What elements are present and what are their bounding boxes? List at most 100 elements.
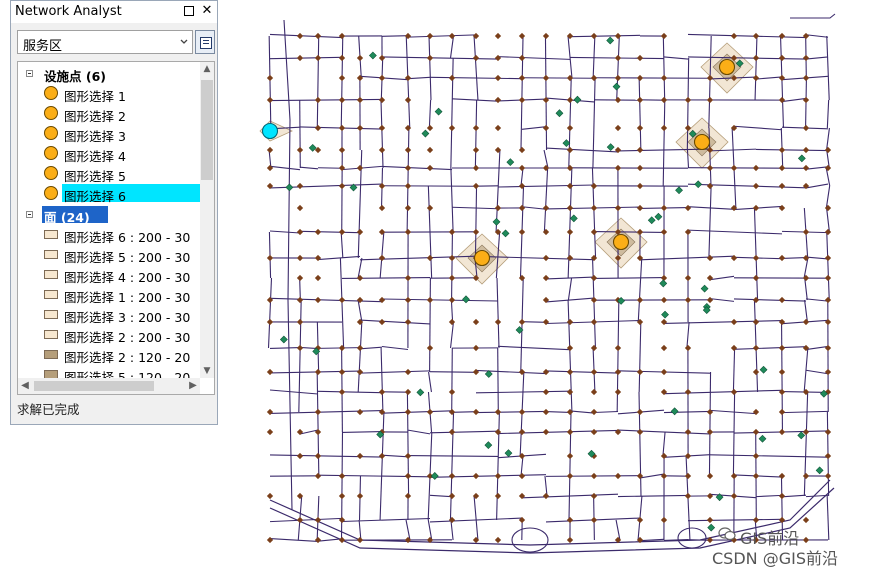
junction-point <box>314 408 322 416</box>
junction-point <box>802 164 810 172</box>
junction-point <box>636 146 644 154</box>
road-segment <box>451 98 499 102</box>
junction-point <box>778 368 786 376</box>
vertical-scrollbar[interactable]: ▲ ▼ <box>200 62 214 378</box>
polygon-item[interactable]: 图形选择 3 : 200 - 30 <box>18 305 200 325</box>
scroll-thumb[interactable] <box>201 80 213 180</box>
junction-point <box>494 74 502 82</box>
incident-point <box>647 216 656 225</box>
junction-point <box>314 274 322 282</box>
junction-point <box>494 472 502 480</box>
pin-icon[interactable] <box>181 3 197 19</box>
junction-point <box>472 318 480 326</box>
junction-point <box>802 54 810 62</box>
polygon-swatch-icon <box>44 230 58 239</box>
facility-item[interactable]: 图形选择 3 <box>18 124 200 144</box>
road-segment <box>781 321 783 433</box>
junction-point <box>566 536 574 544</box>
road-segment <box>569 34 641 38</box>
collapse-icon[interactable] <box>26 211 33 218</box>
road-segment <box>755 494 783 498</box>
polygon-item[interactable]: 图形选择 1 : 200 - 30 <box>18 285 200 305</box>
junction-point <box>404 146 412 154</box>
layer-properties-button[interactable] <box>195 30 215 54</box>
junction-point <box>296 54 304 62</box>
junction-point <box>824 344 832 352</box>
facility-item[interactable]: 图形选择 1 <box>18 84 200 104</box>
road-segment <box>379 411 385 521</box>
road-segment <box>380 347 384 413</box>
junction-point <box>566 472 574 480</box>
scroll-left-icon[interactable]: ◀ <box>18 378 32 394</box>
junction-point <box>338 516 346 524</box>
junction-point <box>356 74 364 82</box>
junction-point <box>542 274 550 282</box>
junction-point <box>778 54 786 62</box>
incident-point <box>612 82 621 91</box>
junction-point <box>752 428 760 436</box>
tree-group-facilities[interactable]: 设施点 (6) <box>18 64 200 84</box>
scroll-up-icon[interactable]: ▲ <box>200 62 214 76</box>
polygon-item[interactable]: 图形选择 5 : 120 - 20 <box>18 365 200 378</box>
horizontal-scrollbar[interactable]: ◀ ▶ <box>18 378 200 394</box>
road-segment <box>638 77 642 151</box>
junction-point <box>338 344 346 352</box>
tree-group-polygons[interactable]: 面 (24) <box>18 205 200 225</box>
polygon-item[interactable]: 图形选择 4 : 200 - 30 <box>18 265 200 285</box>
polygon-item[interactable]: 图形选择 2 : 120 - 20 <box>18 345 200 365</box>
facility-symbol-icon <box>44 146 58 160</box>
scroll-thumb-horizontal[interactable] <box>34 381 154 391</box>
junction-point <box>518 54 526 62</box>
junction-point <box>296 318 304 326</box>
junction-point <box>802 254 810 262</box>
junction-point <box>266 146 274 154</box>
junction-point <box>356 452 364 460</box>
junction-point <box>356 536 364 544</box>
junction-point <box>730 492 738 500</box>
junction-point <box>314 54 322 62</box>
map-canvas[interactable] <box>230 0 869 573</box>
incident-point <box>694 180 703 189</box>
close-icon[interactable]: ✕ <box>199 3 215 19</box>
road-segment <box>638 321 642 393</box>
road-segment <box>790 13 836 19</box>
scroll-down-icon[interactable]: ▼ <box>200 364 214 378</box>
junction-point <box>778 492 786 500</box>
junction-point <box>590 472 598 480</box>
scroll-right-icon[interactable]: ▶ <box>186 378 200 394</box>
road-network <box>267 13 836 554</box>
polygon-swatch-icon <box>44 330 58 339</box>
road-segment <box>639 473 665 479</box>
road-segment <box>497 429 619 435</box>
road-segment <box>429 430 499 434</box>
junction-point <box>706 472 714 480</box>
facility-item[interactable]: 图形选择 5 <box>18 164 200 184</box>
junction-point <box>752 472 760 480</box>
network-analyst-tree[interactable]: 设施点 (6) 图形选择 1 图形选择 2 图形选择 3 图形选择 4 图形选择 5 图形… <box>17 61 215 395</box>
junction-point <box>448 254 456 262</box>
junction-point <box>338 228 346 236</box>
road-segment <box>381 165 453 171</box>
junction-point <box>448 124 456 132</box>
junction-point <box>660 296 668 304</box>
road-segment <box>429 277 431 373</box>
watermark-csdn: CSDN @GIS前沿 <box>712 549 838 568</box>
road-segment <box>359 319 431 325</box>
window-titlebar[interactable]: Network Analyst ✕ <box>11 1 217 23</box>
junction-point <box>404 492 412 500</box>
facility-item[interactable]: 图形选择 6 <box>18 184 200 204</box>
road-segment <box>341 517 431 523</box>
junction-point <box>778 318 786 326</box>
polygon-label: 图形选择 5 : 200 - 30 <box>64 250 191 265</box>
polygon-item[interactable]: 图形选择 6 : 200 - 30 <box>18 225 200 245</box>
junction-point <box>314 368 322 376</box>
facility-item[interactable]: 图形选择 4 <box>18 144 200 164</box>
analysis-layer-dropdown[interactable]: 服务区 <box>17 30 193 54</box>
polygon-item[interactable]: 图形选择 2 : 200 - 30 <box>18 325 200 345</box>
junction-point <box>636 54 644 62</box>
junction-point <box>566 146 574 154</box>
facility-item[interactable]: 图形选择 2 <box>18 104 200 124</box>
road-segment <box>381 298 499 302</box>
polygon-item[interactable]: 图形选择 5 : 200 - 30 <box>18 245 200 265</box>
collapse-icon[interactable] <box>26 70 33 77</box>
